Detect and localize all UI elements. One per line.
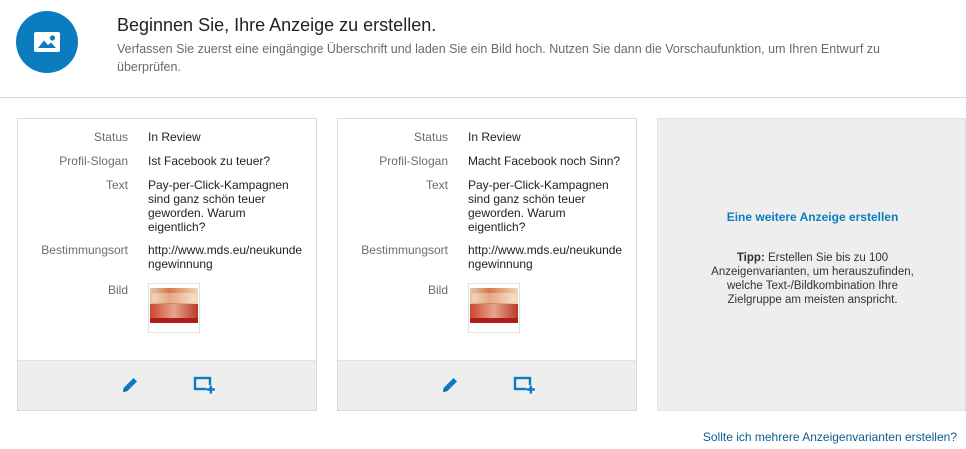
edit-ad-button[interactable] xyxy=(439,374,461,396)
ad-card: Status In Review Profil-Slogan Macht Fac… xyxy=(337,118,637,411)
duplicate-ad-button[interactable] xyxy=(513,374,535,396)
text-label: Text xyxy=(105,178,128,192)
slogan-label: Profil-Slogan xyxy=(379,154,448,168)
status-value: In Review xyxy=(148,130,201,144)
text-label: Text xyxy=(425,178,448,192)
ad-card: Status In Review Profil-Slogan Ist Faceb… xyxy=(17,118,317,411)
ad-details: Status In Review Profil-Slogan Macht Fac… xyxy=(338,119,636,360)
status-label: Status xyxy=(93,130,128,144)
create-another-ad-link[interactable]: Eine weitere Anzeige erstellen xyxy=(658,210,966,224)
destination-label: Bestimmungsort xyxy=(361,243,448,257)
tip-text: Tipp: Erstellen Sie bis zu 100 Anzeigenv… xyxy=(702,251,923,307)
ad-details: Status In Review Profil-Slogan Ist Faceb… xyxy=(18,119,316,360)
duplicate-icon xyxy=(513,376,535,394)
destination-label: Bestimmungsort xyxy=(41,243,128,257)
page-header: Beginnen Sie, Ihre Anzeige zu erstellen.… xyxy=(0,0,966,98)
add-ad-panel: Eine weitere Anzeige erstellen Tipp: Ers… xyxy=(657,118,966,411)
duplicate-ad-button[interactable] xyxy=(193,374,215,396)
pencil-icon xyxy=(443,378,457,392)
ad-actions xyxy=(338,360,636,410)
status-label: Status xyxy=(413,130,448,144)
image-label: Bild xyxy=(107,283,128,297)
tip-label: Tipp: xyxy=(736,252,765,264)
slogan-value: Macht Facebook noch Sinn? xyxy=(468,154,621,168)
status-value: In Review xyxy=(468,130,521,144)
image-icon xyxy=(16,11,78,73)
ad-actions xyxy=(18,360,316,410)
text-value: Pay-per-Click-Kampagnen sind ganz schön … xyxy=(468,178,609,234)
text-value: Pay-per-Click-Kampagnen sind ganz schön … xyxy=(148,178,289,234)
pencil-icon xyxy=(123,378,137,392)
page-title: Beginnen Sie, Ihre Anzeige zu erstellen. xyxy=(117,15,437,35)
page-description: Verfassen Sie zuerst eine eingängige Übe… xyxy=(117,42,880,74)
slogan-label: Profil-Slogan xyxy=(59,154,128,168)
slogan-value: Ist Facebook zu teuer? xyxy=(148,154,271,168)
edit-ad-button[interactable] xyxy=(119,374,141,396)
image-label: Bild xyxy=(427,283,448,297)
destination-value: http://www.mds.eu/neukundengewinnung xyxy=(148,243,303,271)
destination-value: http://www.mds.eu/neukundengewinnung xyxy=(468,243,623,271)
ad-variants-help-link[interactable]: Sollte ich mehrere Anzeigenvarianten ers… xyxy=(703,430,957,444)
duplicate-icon xyxy=(193,376,215,394)
ad-image-thumbnail xyxy=(468,283,520,333)
ad-image-thumbnail xyxy=(148,283,200,333)
